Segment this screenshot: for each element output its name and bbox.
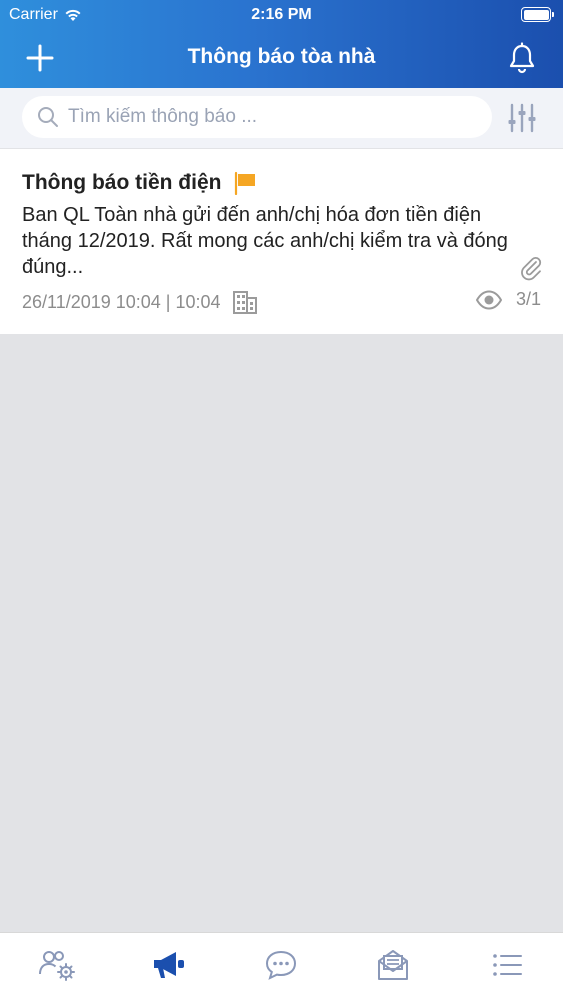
search-icon (38, 107, 58, 127)
tab-list[interactable] (482, 945, 532, 985)
users-settings-icon (39, 951, 75, 981)
notification-meta: 26/11/2019 10:04 | 10:04 (22, 289, 259, 315)
notification-views: 3/1 (475, 289, 541, 310)
app-header: Carrier 2:16 PM Thông báo tòa nhà (0, 0, 563, 88)
flag-icon (235, 171, 256, 195)
view-count: 3/1 (515, 289, 541, 309)
status-bar: Carrier 2:16 PM (0, 0, 563, 30)
battery-icon (521, 7, 554, 22)
nav-bar: Thông báo tòa nhà (0, 30, 563, 86)
search-input[interactable] (68, 106, 468, 128)
notification-body: Ban QL Toàn nhà gửi đến anh/chị hóa đơn … (22, 204, 508, 278)
tab-chat[interactable] (256, 945, 306, 985)
search-box[interactable] (22, 96, 492, 138)
paperclip-icon (521, 256, 542, 281)
search-area (0, 88, 563, 148)
meta-separator: | (160, 291, 176, 312)
eye-icon (475, 289, 502, 310)
notification-time: 10:04 (175, 291, 221, 312)
megaphone-icon (154, 952, 184, 978)
page-title: Thông báo tòa nhà (187, 45, 376, 68)
notification-date: 26/11/2019 10:04 (22, 291, 161, 312)
chat-icon (265, 950, 297, 980)
bell-icon[interactable] (507, 42, 537, 74)
tab-mail[interactable] (368, 945, 418, 985)
building-icon (232, 291, 257, 314)
status-time: 2:16 PM (251, 6, 312, 23)
tab-users-settings[interactable] (32, 945, 82, 985)
tab-bar (0, 932, 563, 1000)
notification-card[interactable]: Thông báo tiền điện Ban QL Toàn nhà gửi … (0, 149, 563, 334)
battery-level (523, 9, 549, 20)
mail-icon (378, 950, 408, 980)
notification-title-row: Thông báo tiền điện (22, 171, 257, 195)
tab-announcements[interactable] (144, 945, 194, 985)
sliders-icon[interactable] (506, 102, 538, 134)
notification-title: Thông báo tiền điện (22, 171, 222, 194)
list-icon (493, 954, 522, 976)
